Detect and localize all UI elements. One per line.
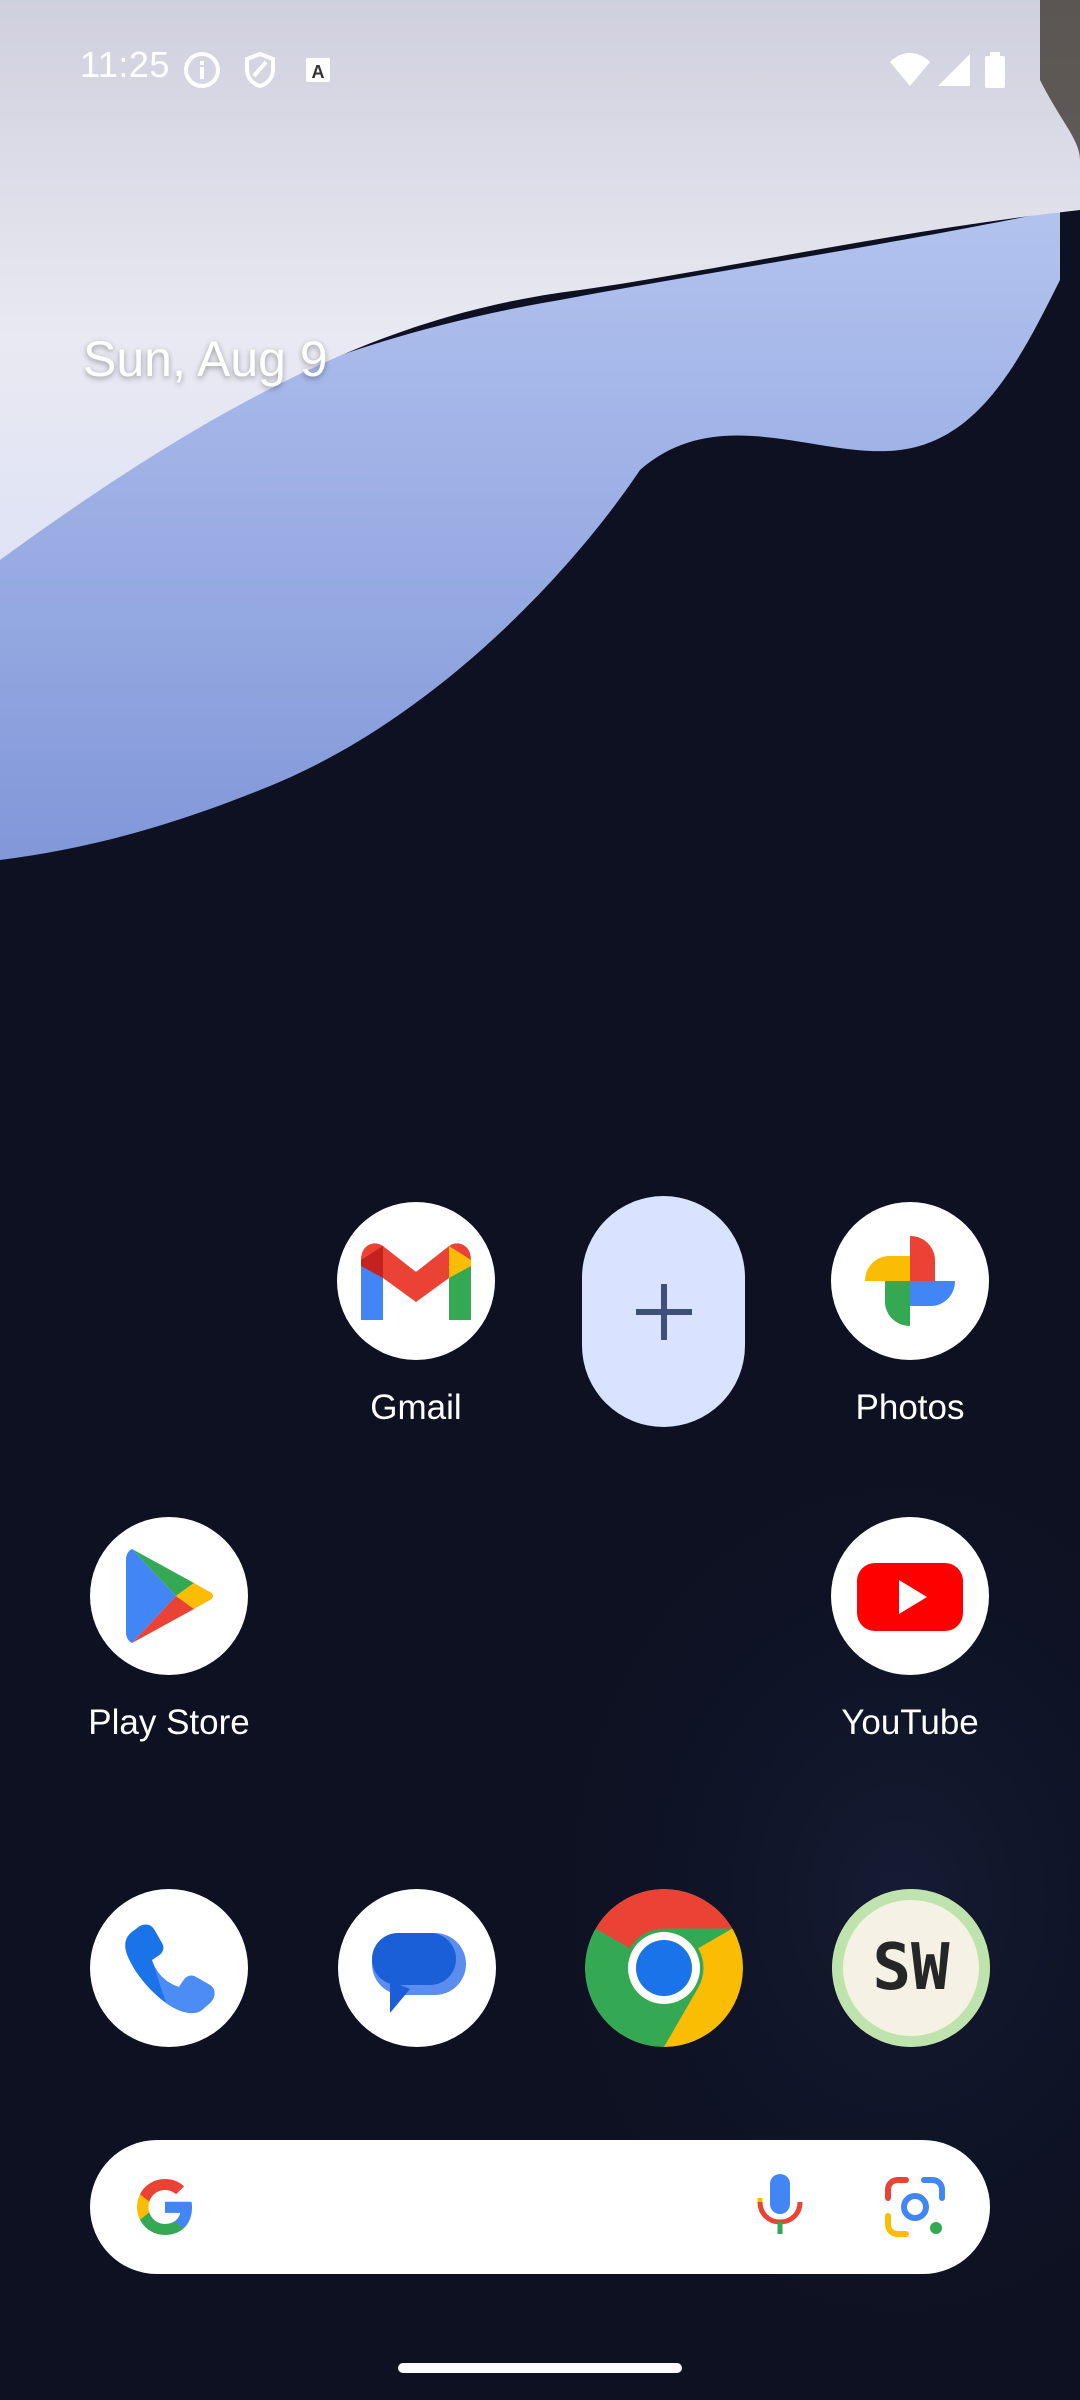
- youtube-icon: [831, 1517, 989, 1675]
- phone-icon: [125, 1924, 215, 2014]
- app-gmail[interactable]: Gmail: [321, 1202, 511, 1428]
- svg-text:A: A: [312, 62, 325, 82]
- gesture-nav-handle[interactable]: [398, 2363, 682, 2373]
- dock-phone[interactable]: [90, 1889, 248, 2047]
- messages-icon: [372, 1933, 466, 2013]
- microphone-icon[interactable]: [750, 2170, 810, 2244]
- cell-signal-icon: [934, 50, 974, 90]
- shield-icon: [240, 50, 280, 90]
- add-widget-button[interactable]: [582, 1196, 745, 1427]
- dock-sw-app[interactable]: SW: [832, 1889, 990, 2047]
- date-widget[interactable]: Sun, Aug 9: [83, 330, 328, 388]
- app-photos[interactable]: Photos: [815, 1202, 1005, 1428]
- app-youtube[interactable]: YouTube: [815, 1517, 1005, 1743]
- plus-icon: [636, 1284, 692, 1340]
- app-label-gmail: Gmail: [370, 1388, 462, 1427]
- info-icon: [182, 50, 222, 90]
- status-time: 11:25: [80, 44, 170, 85]
- lens-icon[interactable]: [880, 2172, 950, 2242]
- google-search-bar[interactable]: [90, 2140, 990, 2274]
- gmail-icon: [337, 1202, 495, 1360]
- play-store-icon: [90, 1517, 248, 1675]
- dock-chrome[interactable]: [585, 1889, 743, 2047]
- google-g-icon: [137, 2179, 192, 2235]
- photos-icon: [831, 1202, 989, 1360]
- sw-app-icon: SW: [832, 1889, 990, 2047]
- app-label-play-store: Play Store: [88, 1703, 250, 1742]
- app-play-store[interactable]: Play Store: [74, 1517, 264, 1743]
- wifi-icon: [888, 50, 932, 90]
- dock-messages[interactable]: [338, 1889, 496, 2047]
- app-label-youtube: YouTube: [841, 1703, 979, 1742]
- keyboard-a-icon: A: [298, 50, 338, 90]
- app-label-photos: Photos: [855, 1388, 965, 1427]
- chrome-icon: [585, 1889, 743, 2047]
- sw-app-text: SW: [872, 1931, 950, 2005]
- status-bar: 11:25 A: [0, 0, 1080, 140]
- battery-icon: [982, 50, 1008, 90]
